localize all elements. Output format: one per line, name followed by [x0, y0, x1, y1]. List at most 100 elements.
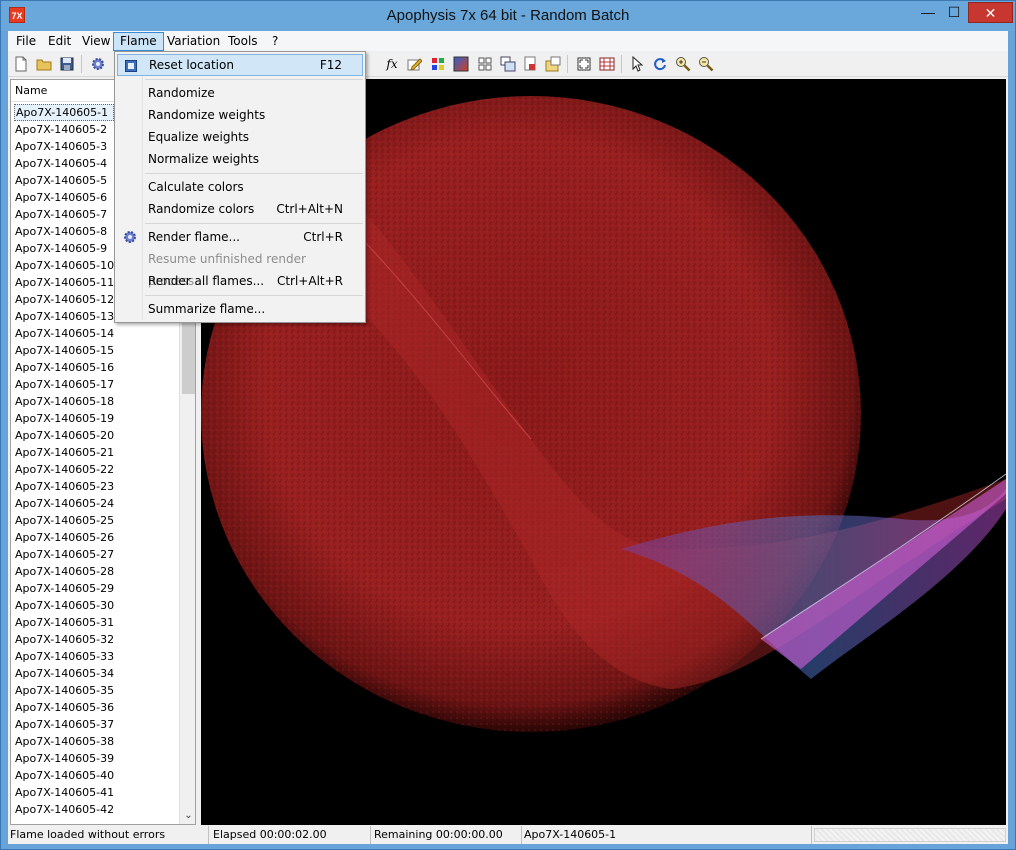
menu-item-calculate-colors[interactable]: Calculate colors: [117, 176, 363, 198]
fullscreen-icon[interactable]: [574, 54, 594, 74]
list-item[interactable]: Apo7X-140605-35: [11, 682, 179, 699]
copy-icon[interactable]: [520, 54, 540, 74]
app-window: 7X Apophysis 7x 64 bit - Random Batch — …: [0, 0, 1016, 850]
menu-separator: [145, 295, 363, 296]
palette-icon[interactable]: [428, 54, 448, 74]
gradient-icon[interactable]: [451, 54, 471, 74]
title-bar[interactable]: 7X Apophysis 7x 64 bit - Random Batch — …: [1, 1, 1015, 31]
fx-icon[interactable]: fx: [382, 54, 402, 74]
menu-separator: [145, 223, 363, 224]
save-icon[interactable]: [57, 54, 77, 74]
menu-tools[interactable]: Tools: [222, 32, 264, 51]
menu-help[interactable]: ?: [266, 32, 284, 51]
menu-item-label: Summarize flame...: [148, 302, 266, 316]
rotate-icon[interactable]: [650, 54, 670, 74]
list-item[interactable]: Apo7X-140605-39: [11, 750, 179, 767]
status-bar: Flame loaded without errors Elapsed 00:0…: [8, 826, 1008, 844]
menu-variation[interactable]: Variation: [161, 32, 226, 51]
minimize-button[interactable]: —: [915, 2, 941, 23]
list-item[interactable]: Apo7X-140605-22: [11, 461, 179, 478]
script-icon[interactable]: [543, 54, 563, 74]
list-item[interactable]: Apo7X-140605-42: [11, 801, 179, 818]
menu-separator: [145, 173, 363, 174]
list-item[interactable]: Apo7X-140605-34: [11, 665, 179, 682]
list-item[interactable]: Apo7X-140605-18: [11, 393, 179, 410]
render-gear-icon[interactable]: [88, 54, 108, 74]
menu-item-label: Randomize: [148, 86, 215, 100]
menu-item-randomize-weights[interactable]: Randomize weights: [117, 104, 363, 126]
toolbar-separator: [81, 55, 82, 73]
flame-menu-dropdown: Reset location F12 Randomize Randomize w…: [114, 51, 366, 323]
menu-item-shortcut: Ctrl+Alt+R: [276, 274, 343, 288]
list-item[interactable]: Apo7X-140605-30: [11, 597, 179, 614]
list-item[interactable]: Apo7X-140605-23: [11, 478, 179, 495]
menu-flame[interactable]: Flame: [113, 32, 164, 51]
list-item[interactable]: Apo7X-140605-27: [11, 546, 179, 563]
menu-item-reset-location[interactable]: Reset location F12: [117, 54, 363, 76]
menu-item-resume-render: Resume unfinished render process...: [117, 248, 363, 288]
zoom-out-icon[interactable]: [696, 54, 716, 74]
menu-separator: [145, 79, 363, 80]
open-icon[interactable]: [34, 54, 54, 74]
menu-item-label: Equalize weights: [148, 130, 250, 144]
toolbar-separator: [621, 55, 622, 73]
list-item[interactable]: Apo7X-140605-28: [11, 563, 179, 580]
list-item[interactable]: Apo7X-140605-16: [11, 359, 179, 376]
list-item[interactable]: Apo7X-140605-38: [11, 733, 179, 750]
list-item[interactable]: Apo7X-140605-1: [14, 104, 114, 121]
list-item[interactable]: Apo7X-140605-33: [11, 648, 179, 665]
list-item[interactable]: Apo7X-140605-40: [11, 767, 179, 784]
menu-item-randomize[interactable]: Randomize: [117, 82, 363, 104]
menu-item-equalize-weights[interactable]: Equalize weights: [117, 126, 363, 148]
list-item[interactable]: Apo7X-140605-32: [11, 631, 179, 648]
mutate-icon[interactable]: [475, 54, 495, 74]
menu-item-label: Randomize weights: [148, 108, 266, 122]
toolbar-separator: [567, 55, 568, 73]
grid-icon[interactable]: [498, 54, 518, 74]
new-icon[interactable]: [11, 54, 31, 74]
zoom-in-icon[interactable]: [673, 54, 693, 74]
menu-item-shortcut: Ctrl+Alt+N: [276, 202, 343, 216]
select-icon[interactable]: [627, 54, 647, 74]
scroll-down-arrow-icon[interactable]: ⌄: [183, 810, 194, 821]
menu-item-summarize-flame[interactable]: Summarize flame...: [117, 298, 363, 320]
list-item[interactable]: Apo7X-140605-31: [11, 614, 179, 631]
menu-bar: File Edit View Flame Variation Tools ?: [8, 31, 1008, 51]
list-item[interactable]: Apo7X-140605-37: [11, 716, 179, 733]
close-button[interactable]: ✕: [968, 2, 1013, 23]
menu-item-render-flame[interactable]: Render flame... Ctrl+R: [117, 226, 363, 248]
render-gear-icon: [122, 229, 138, 245]
transforms-icon[interactable]: [597, 54, 617, 74]
menu-item-label: Randomize colors: [148, 202, 255, 216]
list-item[interactable]: Apo7X-140605-20: [11, 427, 179, 444]
list-item[interactable]: Apo7X-140605-25: [11, 512, 179, 529]
list-item[interactable]: Apo7X-140605-17: [11, 376, 179, 393]
list-item[interactable]: Apo7X-140605-19: [11, 410, 179, 427]
list-item[interactable]: Apo7X-140605-15: [11, 342, 179, 359]
status-flame-name: Apo7X-140605-1: [522, 826, 812, 844]
list-item[interactable]: Apo7X-140605-14: [11, 325, 179, 342]
status-elapsed: Elapsed 00:00:02.00: [211, 826, 371, 844]
menu-view[interactable]: View: [76, 32, 116, 51]
list-item[interactable]: Apo7X-140605-41: [11, 784, 179, 801]
menu-item-randomize-colors[interactable]: Randomize colors Ctrl+Alt+N: [117, 198, 363, 220]
menu-item-label: Render all flames...: [148, 274, 265, 288]
menu-item-shortcut: Ctrl+R: [303, 230, 343, 244]
edit-icon[interactable]: [404, 54, 424, 74]
status-remaining: Remaining 00:00:00.00: [372, 826, 522, 844]
menu-file[interactable]: File: [10, 32, 42, 51]
list-item[interactable]: Apo7X-140605-21: [11, 444, 179, 461]
list-item[interactable]: Apo7X-140605-29: [11, 580, 179, 597]
list-item[interactable]: Apo7X-140605-24: [11, 495, 179, 512]
maximize-button[interactable]: ☐: [941, 2, 967, 23]
menu-item-label: Reset location: [149, 58, 234, 72]
list-item[interactable]: Apo7X-140605-36: [11, 699, 179, 716]
list-item[interactable]: Apo7X-140605-26: [11, 529, 179, 546]
window-title: Apophysis 7x 64 bit - Random Batch: [386, 7, 630, 24]
menu-item-shortcut: F12: [319, 58, 342, 72]
status-message: Flame loaded without errors: [8, 826, 209, 844]
menu-item-render-all-flames[interactable]: Render all flames... Ctrl+Alt+R: [117, 270, 363, 292]
status-progress-area: [814, 828, 1006, 842]
menu-item-normalize-weights[interactable]: Normalize weights: [117, 148, 363, 170]
menu-edit[interactable]: Edit: [42, 32, 77, 51]
